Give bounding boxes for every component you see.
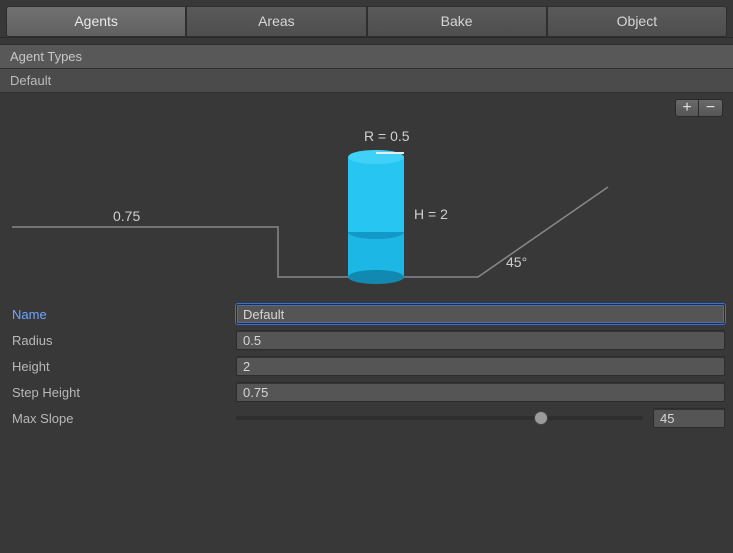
add-agent-type-button[interactable]: + <box>675 99 699 117</box>
radius-label: Radius <box>8 333 228 348</box>
name-field[interactable] <box>236 304 725 324</box>
height-label: Height <box>8 359 228 374</box>
remove-agent-type-button[interactable]: − <box>699 99 723 117</box>
name-row: Name <box>8 301 725 327</box>
tab-areas[interactable]: Areas <box>186 6 366 37</box>
agent-diagram: 0.75 45° R = 0.5 H = 2 <box>8 117 725 297</box>
add-remove-row: + − <box>0 93 733 117</box>
tab-bake[interactable]: Bake <box>367 6 547 37</box>
height-field[interactable] <box>236 356 725 376</box>
step-height-row: Step Height <box>8 379 725 405</box>
name-label: Name <box>8 307 228 322</box>
max-slope-field[interactable] <box>653 408 725 428</box>
diagram-step-label: 0.75 <box>113 208 140 224</box>
plus-icon: + <box>682 101 691 115</box>
radius-row: Radius <box>8 327 725 353</box>
step-height-label: Step Height <box>8 385 228 400</box>
diagram-slope-label: 45° <box>506 254 527 270</box>
step-height-field[interactable] <box>236 382 725 402</box>
minus-icon: − <box>706 101 715 115</box>
slider-thumb[interactable] <box>534 411 548 425</box>
agent-types-header: Agent Types <box>0 44 733 69</box>
radius-field[interactable] <box>236 330 725 350</box>
height-row: Height <box>8 353 725 379</box>
diagram-radius-label: R = 0.5 <box>364 128 410 144</box>
properties-panel: Name Radius Height Step Height Max Slope <box>0 297 733 439</box>
diagram-height-label: H = 2 <box>414 206 448 222</box>
tab-object[interactable]: Object <box>547 6 727 37</box>
max-slope-row: Max Slope <box>8 405 725 431</box>
tab-agents[interactable]: Agents <box>6 6 186 37</box>
max-slope-label: Max Slope <box>8 411 228 426</box>
tabs-bar: Agents Areas Bake Object <box>0 0 733 38</box>
max-slope-slider[interactable] <box>236 408 725 428</box>
agent-type-row[interactable]: Default <box>0 69 733 93</box>
slider-track[interactable] <box>236 416 643 420</box>
